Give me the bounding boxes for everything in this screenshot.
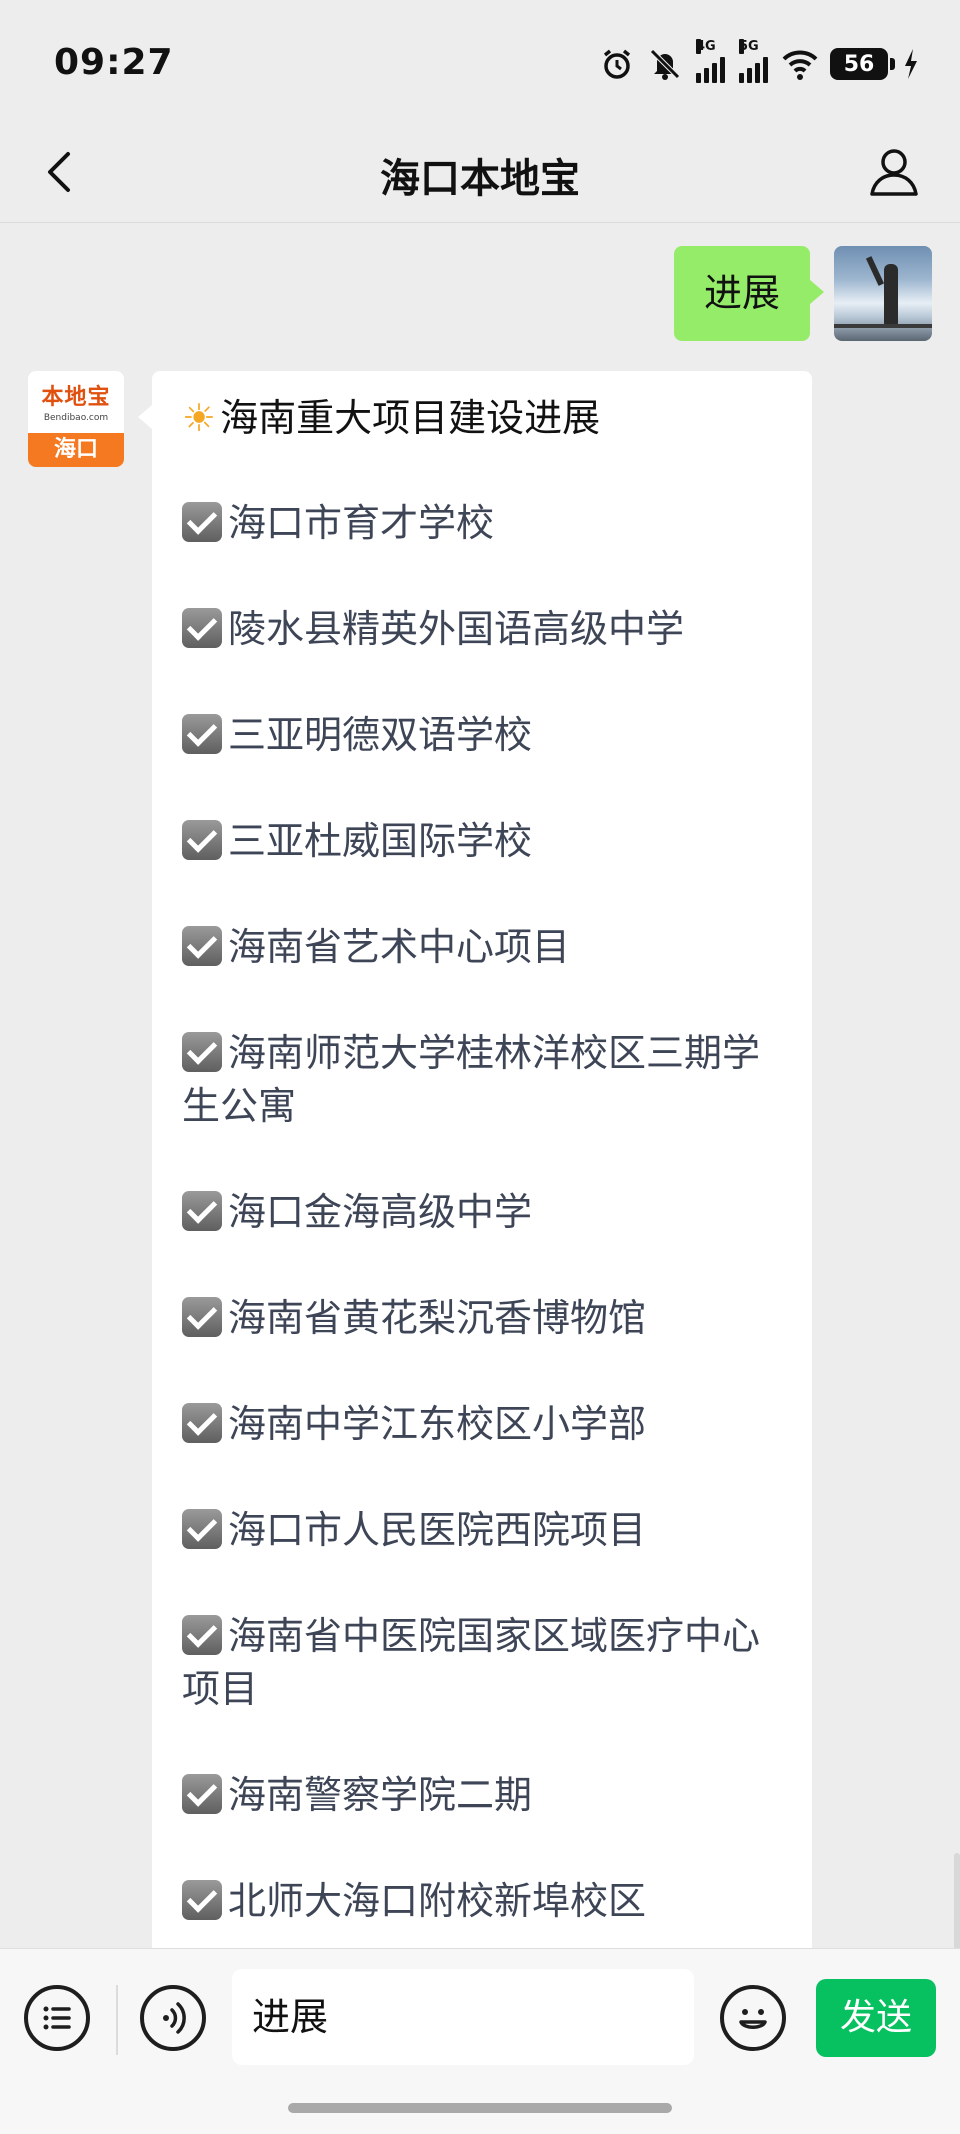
home-indicator[interactable]	[288, 2103, 672, 2113]
status-bar: 09:27 4G 5G 56	[0, 0, 960, 120]
project-item: 海口市育才学校	[182, 497, 782, 550]
project-item-label: 三亚杜威国际学校	[228, 819, 533, 863]
project-item-label: 海南中学江东校区小学部	[228, 1402, 647, 1446]
network-label-4g: 4G	[696, 39, 716, 54]
menu-list-icon	[43, 2006, 71, 2030]
project-item: 三亚杜威国际学校	[182, 815, 782, 868]
project-item: 海口金海高级中学	[182, 1186, 782, 1239]
checkbox-checked-icon	[182, 1403, 222, 1443]
project-item: 海口市人民医院西院项目	[182, 1504, 782, 1557]
checkbox-checked-icon	[182, 1297, 222, 1337]
divider	[116, 1985, 118, 2055]
received-message-bubble[interactable]: ☀ 海南重大项目建设进展 海口市育才学校 陵水县精英外国语高级中学 三亚明德双语学…	[138, 371, 812, 1948]
project-item-label: 三亚明德双语学校	[228, 713, 533, 757]
sun-icon: ☀	[182, 396, 217, 440]
bot-avatar-name: 本地宝	[41, 385, 111, 410]
menu-button[interactable]	[24, 1985, 90, 2051]
charging-icon	[902, 47, 920, 81]
project-item-label: 海口市人民医院西院项目	[228, 1508, 647, 1552]
message-title: ☀ 海南重大项目建设进展	[182, 391, 782, 445]
project-item: 海南省黄花梨沉香博物馆	[182, 1292, 782, 1345]
project-item: 海南中学江东校区小学部	[182, 1398, 782, 1451]
project-item-label: 海南省中医院国家区域医疗中心项目	[182, 1614, 761, 1711]
signal-4g-icon: 4G	[696, 39, 725, 83]
send-button[interactable]: 发送	[816, 1979, 936, 2057]
checkbox-checked-icon	[182, 1032, 222, 1072]
bot-avatar-city: 海口	[28, 433, 124, 467]
checkbox-checked-icon	[182, 1615, 222, 1655]
wifi-icon	[782, 47, 818, 81]
profile-button[interactable]	[864, 142, 924, 202]
project-item-label: 陵水县精英外国语高级中学	[228, 607, 685, 651]
voice-button[interactable]	[140, 1985, 206, 2051]
checkbox-checked-icon	[182, 1880, 222, 1920]
project-item: 陵水县精英外国语高级中学	[182, 603, 782, 656]
bot-avatar-url: Bendibao.com	[43, 413, 109, 423]
project-item: 海南师范大学桂林洋校区三期学生公寓	[182, 1027, 782, 1133]
checkbox-checked-icon	[182, 608, 222, 648]
checkbox-checked-icon	[182, 714, 222, 754]
checkbox-checked-icon	[182, 1774, 222, 1814]
project-item-label: 海南警察学院二期	[228, 1773, 533, 1817]
project-item: 海南省中医院国家区域医疗中心项目	[182, 1610, 782, 1716]
network-label-5g: 5G	[739, 39, 759, 54]
project-item: 海南警察学院二期	[182, 1769, 782, 1822]
voice-icon	[163, 2002, 186, 2034]
status-time: 09:27	[54, 42, 174, 83]
project-item: 三亚明德双语学校	[182, 709, 782, 762]
checkbox-checked-icon	[182, 1191, 222, 1231]
checkbox-checked-icon	[182, 820, 222, 860]
checkbox-checked-icon	[182, 502, 222, 542]
project-item-label: 海口市育才学校	[228, 501, 495, 545]
scrollbar[interactable]	[954, 1853, 960, 1948]
project-item-label: 海南省艺术中心项目	[228, 925, 571, 969]
page-title: 海口本地宝	[380, 156, 580, 202]
signal-5g-icon: 5G	[739, 39, 768, 83]
bot-avatar[interactable]: 本地宝 Bendibao.com 海口	[28, 371, 124, 467]
sent-message-bubble[interactable]: 进展	[673, 246, 825, 341]
project-item-label: 海南师范大学桂林洋校区三期学生公寓	[182, 1031, 761, 1128]
checkbox-checked-icon	[182, 926, 222, 966]
mute-bell-icon	[648, 47, 682, 81]
project-item-label: 北师大海口附校新埠校区	[228, 1879, 647, 1923]
nav-bar: 海口本地宝	[0, 120, 960, 223]
project-item-label: 海口金海高级中学	[228, 1190, 533, 1234]
project-item: 海南省艺术中心项目	[182, 921, 782, 974]
status-icons: 4G 5G 56	[600, 39, 920, 84]
user-avatar[interactable]	[834, 246, 932, 341]
alarm-icon	[600, 47, 634, 81]
message-list[interactable]: 进展 本地宝 Bendibao.com 海口 ☀ 海南重大项目建设进展 海口市育才…	[0, 223, 960, 1948]
emoji-icon	[739, 2009, 767, 2029]
message-input[interactable]: 进展	[232, 1969, 694, 2065]
checkbox-checked-icon	[182, 1509, 222, 1549]
person-icon	[870, 149, 918, 196]
input-bar: 进展 发送	[0, 1948, 960, 2134]
project-item: 北师大海口附校新埠校区	[182, 1875, 782, 1928]
battery-icon: 56	[830, 48, 895, 80]
project-item-label: 海南省黄花梨沉香博物馆	[228, 1296, 647, 1340]
message-title-text: 海南重大项目建设进展	[220, 396, 601, 440]
emoji-button[interactable]	[720, 1985, 786, 2051]
